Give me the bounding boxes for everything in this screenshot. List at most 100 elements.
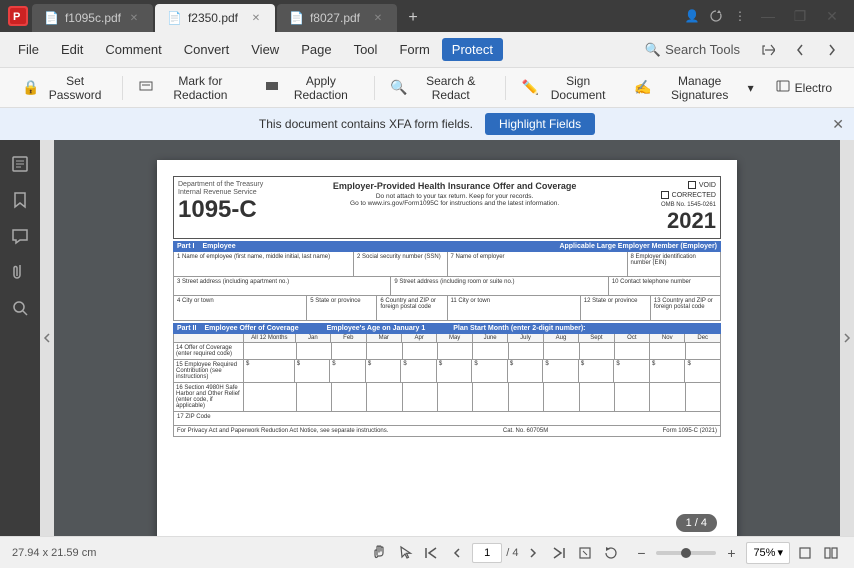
window-minimize[interactable]: — [754,2,782,30]
back-icon[interactable] [786,36,814,64]
prev-page-button[interactable] [446,542,468,564]
tab-f1095c[interactable]: 📄 f1095c.pdf ✕ [32,4,153,32]
month-dec: Dec [685,334,719,342]
part1-label: Part I [177,243,195,250]
month-mar: Mar [367,334,402,342]
select-tool-button[interactable] [394,542,416,564]
sidebar-pages-icon[interactable] [4,148,36,180]
tab-close-1[interactable]: ✕ [127,11,141,25]
fit-page-button[interactable] [574,542,596,564]
zoom-dropdown-icon: ▾ [777,546,783,559]
row16-label: 16 Section 4980H Safe Harbor and Other R… [174,383,244,411]
corrected-checkbox[interactable] [661,191,669,199]
window-restore[interactable]: ❐ [786,2,814,30]
search-tools-button[interactable]: 🔍 Search Tools [635,38,750,62]
search-redact-label: Search & Redact [413,74,489,102]
menu-form[interactable]: Form [389,38,439,61]
manage-signatures-label: Manage Signatures [657,74,743,102]
void-checkbox[interactable] [688,181,696,189]
sidebar-search-icon[interactable] [4,292,36,324]
more-icon[interactable]: ⋮ [730,6,750,26]
share-icon[interactable] [754,36,782,64]
forward-icon[interactable] [818,36,846,64]
two-page-view-button[interactable] [820,542,842,564]
page-controls: / 4 [368,542,622,564]
sign-document-label: Sign Document [544,74,612,102]
zoom-thumb [681,548,691,558]
apply-icon [265,79,279,96]
menu-comment[interactable]: Comment [95,38,171,61]
last-page-button[interactable] [548,542,570,564]
apply-redaction-button[interactable]: Apply Redaction [255,69,367,107]
form-subtitle2: Go to www.irs.gov/Form1095C for instruct… [269,200,640,207]
add-tab-button[interactable]: + [399,4,427,32]
menu-edit[interactable]: Edit [51,38,93,61]
sign-document-button[interactable]: ✏️ Sign Document [512,69,623,107]
part1-right: Applicable Large Employer Member (Employ… [559,243,717,250]
collapse-right-button[interactable] [840,140,854,536]
page-size: 27.94 x 21.59 cm [12,547,360,559]
separator-3 [505,76,506,100]
menu-page[interactable]: Page [291,38,341,61]
next-page-button[interactable] [522,542,544,564]
collapse-left-button[interactable] [40,140,54,536]
sidebar-bookmarks-icon[interactable] [4,184,36,216]
corrected-label: CORRECTED [672,192,716,199]
part2-col1: Employee's Age on January 1 [327,325,426,332]
window-close[interactable]: ✕ [818,2,846,30]
user-icon[interactable]: 👤 [682,6,702,26]
month-may: May [437,334,472,342]
apply-redaction-label: Apply Redaction [284,74,357,102]
search-redact-button[interactable]: 🔍 Search & Redact [380,69,498,107]
hand-tool-button[interactable] [368,542,390,564]
left-sidebar [0,140,40,536]
toolbar: 🔒 Set Password Mark for Redaction Apply … [0,68,854,108]
xfa-banner: This document contains XFA form fields. … [0,108,854,140]
zoom-select[interactable]: 75% ▾ [746,542,790,564]
tab-close-2[interactable]: ✕ [249,11,263,25]
svg-text:P: P [13,11,20,23]
cat-no: Cat. No. 60705M [503,428,548,434]
sync-icon[interactable] [706,6,726,26]
banner-message: This document contains XFA form fields. [259,117,473,131]
menu-tool[interactable]: Tool [344,38,388,61]
page-input[interactable] [472,543,502,563]
sidebar-comments-icon[interactable] [4,220,36,252]
rotate-button[interactable] [600,542,622,564]
highlight-fields-button[interactable]: Highlight Fields [485,113,595,135]
sidebar-attachments-icon[interactable] [4,256,36,288]
form-footer: Form 1095-C (2021) [663,428,717,434]
menu-bar: File Edit Comment Convert View Page Tool… [0,32,854,68]
zoom-slider[interactable] [656,551,716,555]
field6-label: 6 Country and ZIP or foreign postal code [380,298,443,310]
electro-label: Electro [795,81,832,95]
tab-close-3[interactable]: ✕ [371,11,385,25]
zoom-out-button[interactable]: − [630,542,652,564]
tabs-container: 📄 f1095c.pdf ✕ 📄 f2350.pdf ✕ 📄 f8027.pdf… [32,0,678,32]
app-icon: P [8,6,28,26]
zoom-level: 75% [753,547,775,559]
tab-icon-3: 📄 [289,11,304,25]
first-page-button[interactable] [420,542,442,564]
main-area: Department of the Treasury Internal Reve… [0,140,854,536]
manage-signatures-button[interactable]: ✍ Manage Signatures ▾ [624,69,763,107]
mark-redaction-button[interactable]: Mark for Redaction [129,69,254,107]
menu-convert[interactable]: Convert [174,38,240,61]
single-page-view-button[interactable] [794,542,816,564]
set-password-button[interactable]: 🔒 Set Password [12,69,116,107]
pdf-page: Department of the Treasury Internal Reve… [157,160,737,536]
menu-protect[interactable]: Protect [442,38,503,61]
tab-f8027[interactable]: 📄 f8027.pdf ✕ [277,4,397,32]
menu-file[interactable]: File [8,38,49,61]
electro-button[interactable]: Electro [766,74,842,101]
tab-f2350[interactable]: 📄 f2350.pdf ✕ [155,4,275,32]
zoom-in-button[interactable]: + [720,542,742,564]
row17-label: 17 ZIP Code [177,414,211,420]
search-redact-icon: 🔍 [390,79,407,96]
title-bar: P 📄 f1095c.pdf ✕ 📄 f2350.pdf ✕ 📄 f8027.p… [0,0,854,32]
menu-view[interactable]: View [241,38,289,61]
banner-close-button[interactable]: ✕ [832,116,844,133]
form-year: 2021 [646,208,716,234]
field1-label: 1 Name of employee (first name, middle i… [177,254,350,260]
field12-label: 12 State or province [584,298,647,304]
